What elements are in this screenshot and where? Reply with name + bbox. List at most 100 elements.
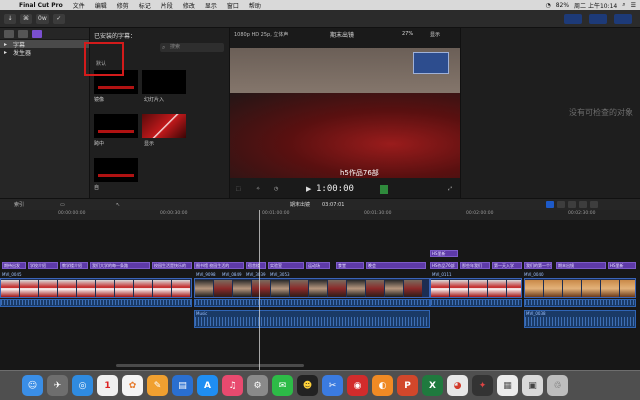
launchpad-icon[interactable]: ✈	[47, 375, 68, 396]
menu-file[interactable]: 文件	[68, 1, 90, 10]
audio-clip[interactable]: MVI_0038	[524, 310, 636, 328]
document-icon[interactable]: ▦	[497, 375, 518, 396]
calendar-icon[interactable]: 1	[97, 375, 118, 396]
title-clip[interactable]: 食堂	[336, 262, 364, 269]
clock[interactable]: 周二 上午10:14	[574, 1, 617, 10]
menu-trim[interactable]: 修剪	[112, 1, 134, 10]
pages-icon[interactable]: ✎	[147, 375, 168, 396]
search-input[interactable]: ⌕ 搜索	[160, 43, 224, 52]
music-icon[interactable]: ♫	[222, 375, 243, 396]
spotlight-icon[interactable]: ⌕	[622, 1, 625, 9]
menu-mark[interactable]: 标记	[134, 1, 156, 10]
back-button[interactable]: 0w	[36, 13, 49, 24]
select-tool-icon[interactable]: ↖	[116, 202, 120, 208]
title-thumb-self[interactable]	[94, 158, 138, 182]
wechat-icon[interactable]: ✉	[272, 375, 293, 396]
timeline-toggle[interactable]	[589, 13, 607, 24]
title-clip[interactable]: 期末出镜	[556, 262, 606, 269]
title-clip[interactable]: 期待出发	[2, 262, 26, 269]
append-icon[interactable]: ▭	[60, 202, 65, 208]
title-clip[interactable]: 运动场	[306, 262, 330, 269]
firefox-icon[interactable]: ◐	[372, 375, 393, 396]
battery-percent[interactable]: 82%	[556, 2, 569, 9]
trash-icon[interactable]: ♲	[547, 375, 568, 396]
preview-icon[interactable]: ▣	[522, 375, 543, 396]
excel-icon[interactable]: X	[422, 375, 443, 396]
menu-app-name[interactable]: Final Cut Pro	[14, 2, 68, 9]
clip-appearance-icon[interactable]	[579, 201, 587, 208]
video-clip[interactable]	[0, 278, 192, 298]
solo-icon[interactable]	[557, 201, 565, 208]
clip-audio[interactable]	[430, 299, 522, 307]
chrome-icon[interactable]: ◕	[447, 375, 468, 396]
effects-browser-icon[interactable]	[590, 201, 598, 208]
menu-clip[interactable]: 片段	[156, 1, 178, 10]
import-icon[interactable]: ↓	[4, 13, 16, 24]
qq-icon[interactable]: ☻	[297, 375, 318, 396]
title-clip[interactable]: 晚会	[366, 262, 426, 269]
display-menu[interactable]: 显示	[430, 31, 440, 38]
inspector-toggle[interactable]	[614, 13, 632, 24]
clip-audio[interactable]	[194, 299, 430, 307]
clip-audio[interactable]	[0, 299, 192, 307]
title-clip[interactable]: 学校介绍	[28, 262, 58, 269]
title-clip[interactable]: 教学楼介绍	[60, 262, 88, 269]
audio-clip[interactable]: Music	[194, 310, 430, 328]
wifi-icon[interactable]: ◔	[545, 2, 550, 9]
browser-toggle[interactable]	[564, 13, 582, 24]
title-clip[interactable]: 图书馆 校园生活的	[194, 262, 244, 269]
photos-audio-tab-icon[interactable]	[18, 29, 28, 38]
title-clip[interactable]: 我们的第一个学期	[524, 262, 552, 269]
final-cut-pro-icon[interactable]: ✦	[472, 375, 493, 396]
notification-center-icon[interactable]: ☰	[631, 2, 636, 9]
transform-icon[interactable]: ⬚	[236, 186, 241, 192]
timeline[interactable]: HS里新 期待出发 学校介绍 教学楼介绍 我们大学的每一条路 校园生活是快乐的 …	[0, 220, 640, 370]
disclosure-triangle-icon[interactable]: ▸	[4, 41, 10, 48]
checkmark-icon[interactable]: ✓	[52, 13, 65, 24]
menu-view[interactable]: 显示	[200, 1, 222, 10]
video-clip[interactable]	[430, 278, 522, 298]
clip-audio[interactable]	[524, 299, 636, 307]
timecode-display[interactable]: 1:00:00	[316, 184, 354, 194]
disclosure-triangle-icon[interactable]: ▸	[4, 49, 10, 56]
title-thumb-center[interactable]	[94, 114, 138, 138]
menu-help[interactable]: 帮助	[244, 1, 266, 10]
video-frame[interactable]: h5作品76部	[230, 48, 460, 178]
netease-music-icon[interactable]: ◉	[347, 375, 368, 396]
safari-icon[interactable]: ◎	[72, 375, 93, 396]
audio-skimming-icon[interactable]	[546, 201, 554, 208]
title-clip[interactable]: 那些年我们	[460, 262, 490, 269]
sidebar-item-generators[interactable]: ▸ 发生器	[0, 48, 89, 57]
menu-edit[interactable]: 编辑	[90, 1, 112, 10]
enhance-icon[interactable]: ✧	[256, 186, 260, 192]
title-clip[interactable]: HS里新	[608, 262, 636, 269]
playhead[interactable]	[259, 210, 260, 370]
libraries-tab-icon[interactable]	[4, 29, 14, 38]
clipboard-icon[interactable]: ✂	[322, 375, 343, 396]
title-thumb-slide-in[interactable]	[142, 70, 186, 94]
title-clip[interactable]: 实验室	[268, 262, 304, 269]
speed-icon[interactable]: ◷	[274, 186, 278, 192]
title-clip[interactable]: 宿舍楼	[246, 262, 266, 269]
powerpoint-icon[interactable]: P	[397, 375, 418, 396]
timeline-ruler[interactable]: 00:00:00:00 00:00:30:00 00:01:00:00 00:0…	[0, 210, 640, 220]
photos-icon[interactable]: ✿	[122, 375, 143, 396]
app-store-icon[interactable]: A	[197, 375, 218, 396]
keywords-icon[interactable]: ⌘	[20, 13, 32, 24]
titles-generators-tab-icon[interactable]	[32, 29, 42, 38]
finder-icon[interactable]: ☺	[22, 375, 43, 396]
menu-window[interactable]: 窗口	[222, 1, 244, 10]
play-icon[interactable]: ▶	[306, 185, 311, 193]
audio-meter-icon[interactable]	[380, 185, 388, 194]
index-button[interactable]: 索引	[14, 201, 24, 208]
video-clip[interactable]	[524, 278, 636, 298]
snapping-icon[interactable]	[568, 201, 576, 208]
keynote-icon[interactable]: ▤	[172, 375, 193, 396]
title-clip[interactable]: 我们大学的每一条路	[90, 262, 150, 269]
system-preferences-icon[interactable]: ⚙	[247, 375, 268, 396]
title-clip[interactable]: 第一天入学	[492, 262, 522, 269]
timeline-scrollbar[interactable]	[116, 364, 304, 367]
title-clip[interactable]: HS里新	[430, 250, 458, 257]
menu-modify[interactable]: 修改	[178, 1, 200, 10]
video-clip[interactable]	[194, 278, 430, 298]
